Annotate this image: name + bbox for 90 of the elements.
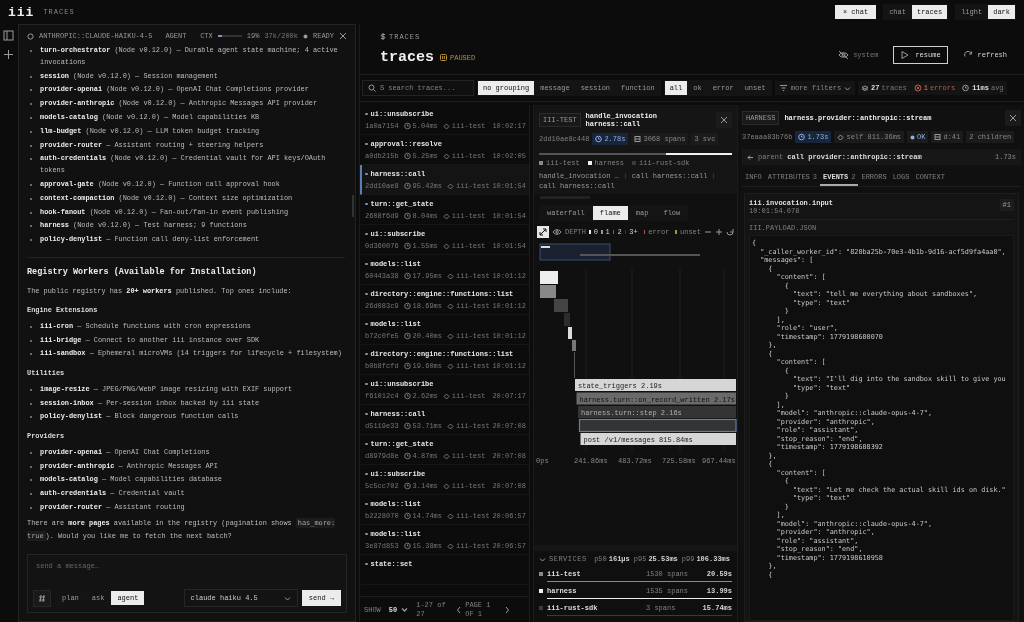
service-icon — [442, 122, 450, 130]
status-dot-icon — [910, 134, 916, 140]
clock-icon — [403, 182, 411, 190]
diamond-icon — [837, 133, 845, 141]
clock-icon — [403, 302, 411, 310]
model-icon — [27, 32, 34, 40]
clock-icon — [403, 452, 411, 460]
zoom-in-icon[interactable] — [715, 228, 723, 236]
reset-icon[interactable] — [726, 228, 734, 236]
filter-icon — [778, 84, 788, 92]
section-heading: Registry Workers (Available for Installation) — [27, 265, 258, 279]
clock-icon — [403, 392, 411, 400]
bullet-icon — [365, 502, 368, 506]
layers-icon — [861, 84, 870, 92]
clock-icon — [403, 542, 411, 550]
clock-icon — [403, 212, 411, 220]
clock-icon — [403, 362, 411, 370]
status-dot-icon — [303, 33, 308, 39]
eye-off-icon — [838, 50, 850, 60]
bullet-icon — [365, 142, 368, 146]
service-icon — [442, 482, 450, 490]
dollar-icon — [380, 32, 386, 41]
service-icon — [447, 422, 454, 430]
chevron-down-icon — [283, 595, 291, 601]
close-icon — [720, 116, 728, 124]
bullet-icon — [365, 442, 368, 446]
clock-icon — [798, 133, 806, 141]
bullet-icon — [365, 412, 368, 416]
chevron-down-icon — [401, 607, 409, 612]
bullet-icon — [365, 472, 368, 476]
page-title: traces — [380, 49, 434, 66]
bullet-icon — [365, 562, 368, 566]
service-icon — [442, 212, 450, 220]
stack-icon — [634, 135, 642, 143]
chevron-left-icon[interactable] — [456, 605, 462, 614]
bullet-icon — [365, 382, 368, 386]
bullet-icon — [365, 262, 368, 266]
clock-icon — [403, 152, 411, 160]
eye-icon[interactable] — [552, 228, 562, 236]
refresh-icon — [962, 50, 974, 60]
service-icon — [447, 332, 454, 340]
flame-block — [540, 271, 558, 284]
bullet-icon — [365, 172, 368, 176]
pause-icon — [440, 54, 447, 61]
clock-icon — [962, 84, 971, 92]
logo: iii — [8, 4, 35, 20]
service-icon — [447, 542, 454, 550]
clock-icon — [403, 242, 411, 250]
clock-icon — [403, 332, 411, 340]
close-button[interactable] — [716, 112, 732, 128]
clock-icon — [403, 512, 411, 520]
service-icon — [447, 182, 454, 190]
service-icon — [442, 452, 450, 460]
bullet-icon — [365, 352, 368, 356]
hash-icon — [38, 593, 46, 603]
service-icon — [447, 512, 454, 520]
clock-icon — [403, 422, 411, 430]
service-icon — [447, 272, 454, 280]
service-icon — [447, 362, 454, 370]
error-icon — [913, 84, 922, 92]
bullet-icon — [365, 202, 368, 206]
service-icon — [442, 242, 450, 250]
chevron-down-icon — [844, 85, 852, 91]
zoom-out-icon[interactable] — [704, 228, 712, 236]
service-icon — [442, 152, 450, 160]
service-icon — [442, 392, 450, 400]
fit-button[interactable] — [537, 226, 549, 238]
close-icon[interactable] — [339, 32, 347, 40]
arrow-left-icon — [747, 153, 754, 161]
bullet-icon — [365, 532, 368, 536]
close-button[interactable] — [1005, 110, 1021, 126]
flame-block — [540, 285, 556, 298]
close-icon — [1009, 114, 1017, 122]
stack-icon — [934, 133, 942, 141]
clock-icon — [595, 135, 603, 143]
panel-icon[interactable] — [2, 30, 14, 41]
chevron-down-icon[interactable] — [539, 556, 546, 562]
chevron-right-icon[interactable] — [505, 605, 511, 614]
expand-icon — [539, 228, 547, 236]
bullet-icon — [365, 232, 368, 236]
attach-button[interactable] — [33, 589, 51, 607]
clock-icon — [403, 482, 411, 490]
service-icon — [447, 302, 454, 310]
search-icon — [368, 84, 376, 92]
bullet-icon — [365, 112, 368, 116]
clock-icon — [403, 272, 411, 280]
clock-icon — [403, 122, 411, 130]
bullet-icon — [365, 322, 368, 326]
bullet-icon — [365, 292, 368, 296]
plus-icon[interactable] — [2, 49, 14, 60]
